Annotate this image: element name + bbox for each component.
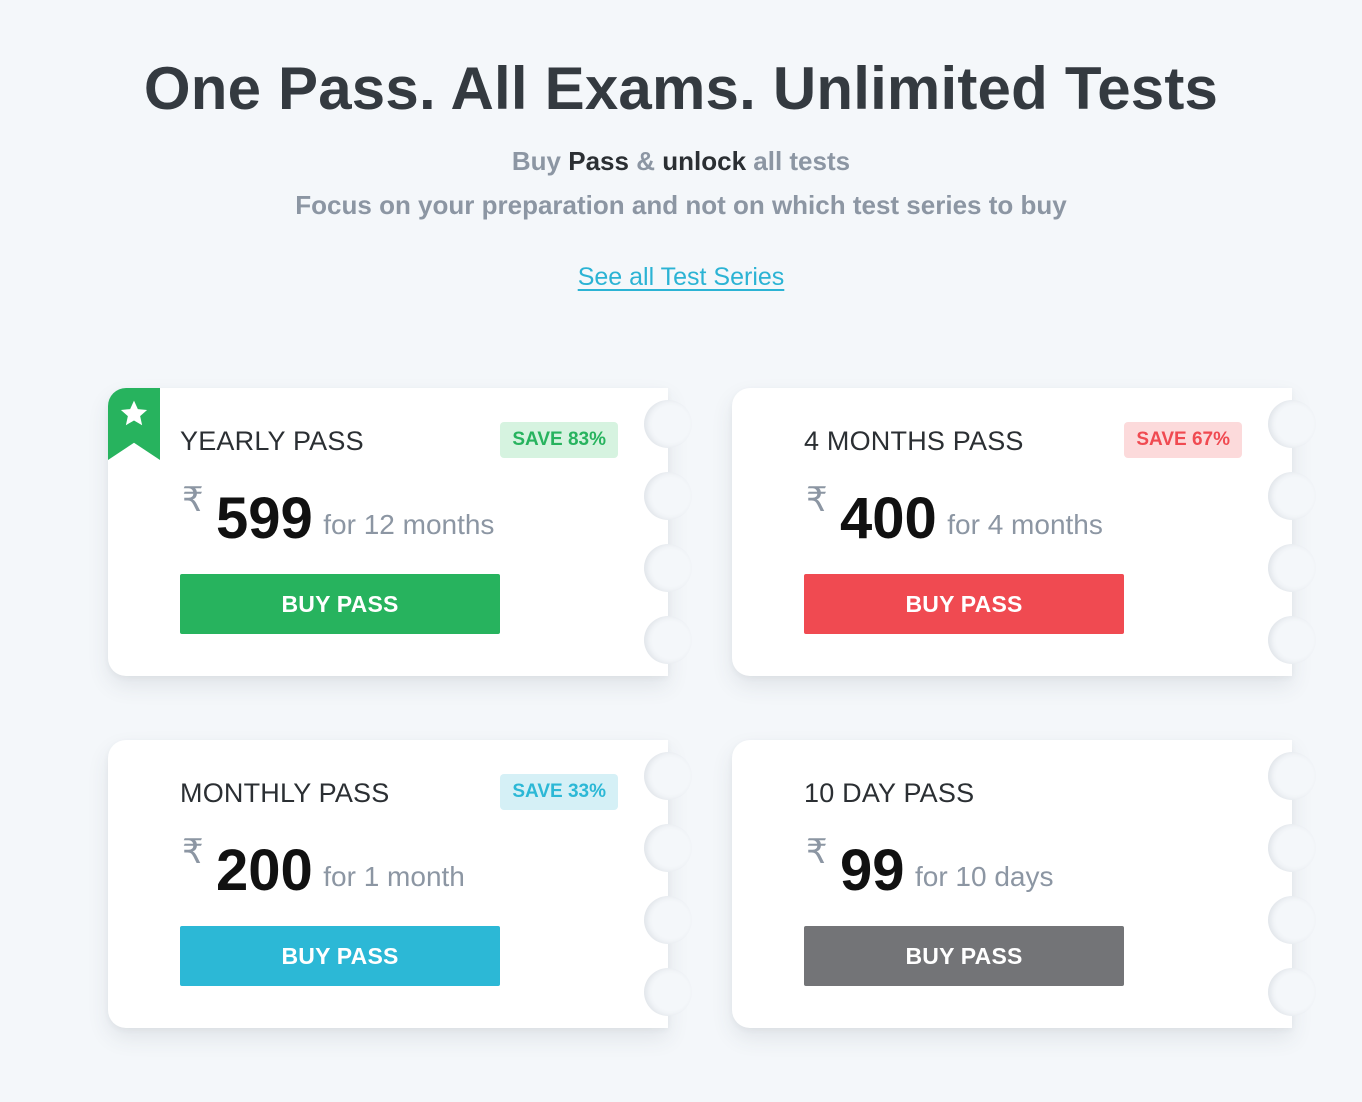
- ticket-notch: [1268, 616, 1316, 664]
- ticket-notch: [1268, 752, 1316, 800]
- price-amount: 599: [216, 486, 313, 551]
- rupee-icon: ₹: [806, 833, 828, 871]
- pass-name: 4 MONTHS PASS: [804, 426, 1024, 456]
- ticket-notch: [1268, 472, 1316, 520]
- ticket-notch: [644, 616, 692, 664]
- pass-card-4-months: 4 MONTHS PASS SAVE 67% ₹ 400 for 4 month…: [732, 388, 1316, 676]
- ticket-notch: [644, 400, 692, 448]
- rupee-icon: ₹: [806, 481, 828, 519]
- subtitle-pass: Pass: [568, 146, 629, 176]
- price-period: for 1 month: [323, 861, 465, 892]
- price-row: 599 for 12 months: [216, 486, 494, 552]
- ticket-notch: [644, 752, 692, 800]
- pass-card-yearly: YEARLY PASS SAVE 83% ₹ 599 for 12 months…: [108, 388, 692, 676]
- pass-name: YEARLY PASS: [180, 426, 364, 456]
- ticket-notch: [1268, 544, 1316, 592]
- ticket-notch: [1268, 968, 1316, 1016]
- pass-card-monthly: MONTHLY PASS SAVE 33% ₹ 200 for 1 month …: [108, 740, 692, 1028]
- ticket-notch: [644, 544, 692, 592]
- price-row: 200 for 1 month: [216, 838, 465, 904]
- pass-card-10-day: 10 DAY PASS ₹ 99 for 10 days BUY PASS: [732, 740, 1316, 1028]
- price-period: for 4 months: [947, 509, 1103, 540]
- ticket-notch: [644, 896, 692, 944]
- price-amount: 400: [840, 486, 937, 551]
- buy-pass-button[interactable]: BUY PASS: [804, 926, 1124, 986]
- ticket-notch: [644, 472, 692, 520]
- buy-pass-button[interactable]: BUY PASS: [804, 574, 1124, 634]
- subtitle-unlock: unlock: [662, 146, 747, 176]
- subtitle-line-2: Focus on your preparation and not on whi…: [295, 190, 1067, 220]
- star-icon: [120, 400, 148, 426]
- ticket-notch: [644, 824, 692, 872]
- save-badge: SAVE 83%: [500, 422, 618, 458]
- subtitle-line-1: Buy Pass & unlock all tests: [0, 144, 1362, 178]
- buy-pass-button[interactable]: BUY PASS: [180, 926, 500, 986]
- save-badge: SAVE 33%: [500, 774, 618, 810]
- ticket-notch: [1268, 400, 1316, 448]
- featured-ribbon: [108, 388, 160, 460]
- subtitle-all-tests: all tests: [753, 146, 851, 176]
- price-amount: 200: [216, 838, 313, 903]
- pass-name: 10 DAY PASS: [804, 778, 975, 808]
- rupee-icon: ₹: [182, 481, 204, 519]
- price-row: 99 for 10 days: [840, 838, 1054, 904]
- price-amount: 99: [840, 838, 905, 903]
- subtitle-buy: Buy: [511, 146, 562, 176]
- ticket-notch: [1268, 896, 1316, 944]
- page-title: One Pass. All Exams. Unlimited Tests: [143, 55, 1219, 122]
- price-period: for 10 days: [914, 861, 1054, 892]
- ticket-notch: [1268, 824, 1316, 872]
- price-row: 400 for 4 months: [840, 486, 1103, 552]
- see-all-link-wrap: See all Test Series: [0, 260, 1362, 294]
- pass-name: MONTHLY PASS: [180, 778, 390, 808]
- rupee-icon: ₹: [182, 833, 204, 871]
- subtitle-amp: &: [636, 146, 655, 176]
- price-period: for 12 months: [323, 509, 495, 540]
- save-badge: SAVE 67%: [1124, 422, 1242, 458]
- ticket-notch: [644, 968, 692, 1016]
- buy-pass-button[interactable]: BUY PASS: [180, 574, 500, 634]
- see-all-test-series-link[interactable]: See all Test Series: [578, 263, 785, 291]
